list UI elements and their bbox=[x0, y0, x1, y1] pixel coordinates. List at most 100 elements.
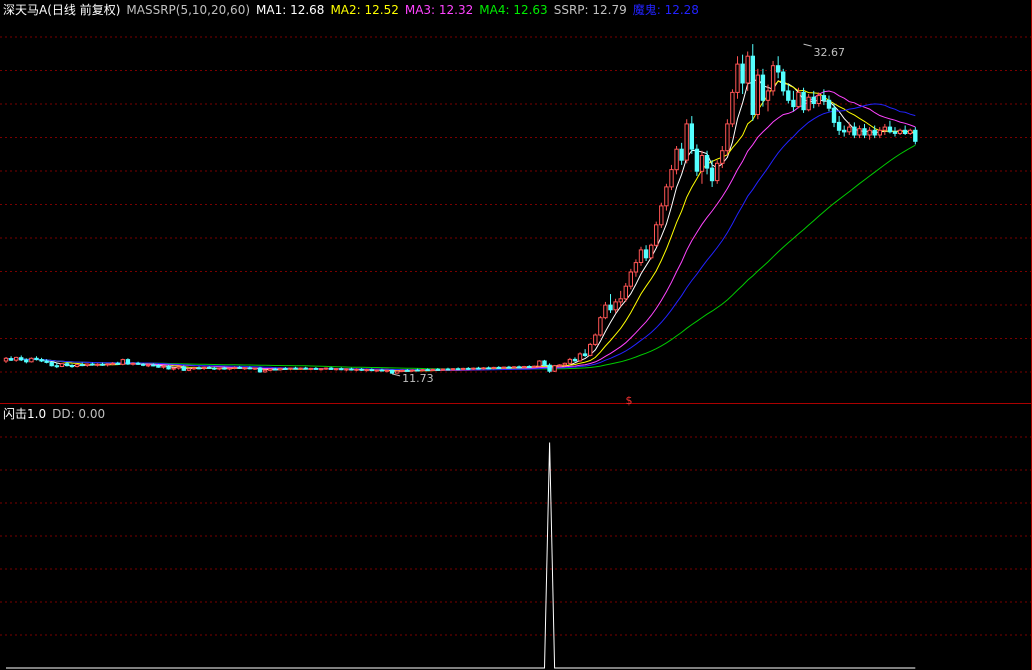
candle-body bbox=[146, 364, 151, 367]
candle-body bbox=[176, 366, 181, 369]
candle-body bbox=[222, 367, 227, 370]
candle-body bbox=[435, 368, 441, 371]
candle-body bbox=[212, 367, 217, 370]
chart-canvas: 11.73 32.67 $ bbox=[0, 0, 1032, 670]
candle-body bbox=[709, 167, 715, 182]
candle-body bbox=[897, 129, 903, 135]
candle-body bbox=[516, 366, 522, 369]
candle-body bbox=[750, 55, 755, 115]
candle-body bbox=[882, 126, 887, 131]
candle-body bbox=[141, 363, 146, 366]
candle-body bbox=[425, 369, 430, 372]
candle-body bbox=[293, 367, 298, 370]
candle-body bbox=[831, 107, 837, 123]
candle-body bbox=[638, 249, 644, 263]
candle-body bbox=[166, 365, 171, 370]
candle-body bbox=[369, 369, 375, 372]
candle-body bbox=[806, 96, 811, 111]
candle-body bbox=[674, 148, 679, 171]
ma3-label: MA3: 12.32 bbox=[404, 3, 474, 17]
candle-body bbox=[567, 358, 573, 364]
candle-body bbox=[908, 129, 913, 135]
candle-body bbox=[257, 367, 263, 373]
candle-body bbox=[49, 361, 54, 367]
ma4-label: MA4: 12.63 bbox=[479, 3, 548, 17]
candle-body bbox=[689, 123, 694, 150]
candle-body bbox=[811, 96, 816, 104]
candle-body bbox=[217, 367, 222, 370]
candle-body bbox=[903, 129, 908, 135]
sub-indicator-name: 闪击1.0 bbox=[3, 407, 47, 421]
candle-body bbox=[725, 123, 730, 152]
candle-body bbox=[852, 126, 857, 136]
candle-body bbox=[181, 366, 187, 371]
candle-body bbox=[105, 363, 110, 366]
candle-body bbox=[115, 362, 120, 365]
candle-body bbox=[496, 366, 502, 369]
candle-body bbox=[389, 369, 395, 374]
candle-body bbox=[582, 353, 588, 356]
candle-body bbox=[730, 91, 735, 125]
candle-body bbox=[664, 186, 669, 207]
candle-body bbox=[349, 368, 354, 371]
annotations: 11.73 32.67 bbox=[391, 43, 845, 385]
candle-body bbox=[654, 224, 659, 246]
candle-body bbox=[318, 368, 324, 371]
candle-body bbox=[649, 244, 654, 259]
candle-body bbox=[506, 366, 512, 369]
candle-body bbox=[760, 74, 766, 101]
candle-body bbox=[522, 366, 527, 368]
candle-body bbox=[659, 205, 664, 226]
candle-body bbox=[872, 129, 877, 136]
candle-body bbox=[29, 357, 34, 363]
candle-body bbox=[491, 366, 496, 369]
sub-chart-legend: 闪击1.0 DD: 0.00 bbox=[3, 405, 111, 423]
candle-body bbox=[643, 249, 649, 259]
candle-body bbox=[867, 129, 872, 136]
candle-body bbox=[466, 367, 471, 370]
candle-body bbox=[74, 364, 80, 368]
candle-body bbox=[598, 317, 603, 336]
candle-body bbox=[186, 368, 192, 371]
ma2-label: MA2: 12.52 bbox=[330, 3, 399, 17]
candle-body bbox=[450, 368, 456, 371]
candle-body bbox=[95, 363, 100, 366]
candle-body bbox=[125, 359, 131, 365]
annotation-label: 11.73 bbox=[402, 372, 434, 385]
candle-body bbox=[344, 368, 349, 371]
candle-body bbox=[196, 367, 202, 370]
candle-body bbox=[252, 367, 258, 370]
candle-body bbox=[740, 63, 745, 84]
candle-body bbox=[64, 363, 70, 367]
ma-line-ma2 bbox=[5, 80, 916, 372]
candle-body bbox=[735, 63, 740, 93]
ssrp-label: SSRP: 12.79 bbox=[553, 3, 627, 17]
candle-body bbox=[207, 366, 212, 369]
candle-body bbox=[537, 360, 542, 367]
candle-body bbox=[156, 365, 161, 368]
candle-body bbox=[283, 367, 288, 370]
candle-body bbox=[415, 369, 420, 372]
candle-body bbox=[59, 363, 65, 368]
candle-body bbox=[862, 128, 867, 136]
candle-body bbox=[303, 367, 308, 370]
candle-body bbox=[776, 65, 781, 73]
candle-body bbox=[34, 357, 39, 361]
annotation-leader bbox=[803, 43, 812, 47]
candle-body bbox=[608, 304, 613, 311]
annotation-leader bbox=[391, 373, 401, 377]
candle-body bbox=[308, 367, 314, 370]
candle-body bbox=[847, 126, 852, 133]
candle-body bbox=[430, 368, 435, 371]
ma-line-ssrp bbox=[5, 103, 916, 371]
candle-body bbox=[791, 99, 796, 108]
candle-body bbox=[39, 359, 44, 362]
candle-body bbox=[354, 368, 359, 371]
candle-body bbox=[44, 360, 49, 363]
candle-body bbox=[19, 357, 24, 361]
candle-body bbox=[471, 367, 476, 370]
candle-body bbox=[8, 358, 14, 361]
candle-body bbox=[3, 357, 9, 362]
candle-body bbox=[511, 366, 517, 369]
candle-body bbox=[877, 129, 882, 136]
